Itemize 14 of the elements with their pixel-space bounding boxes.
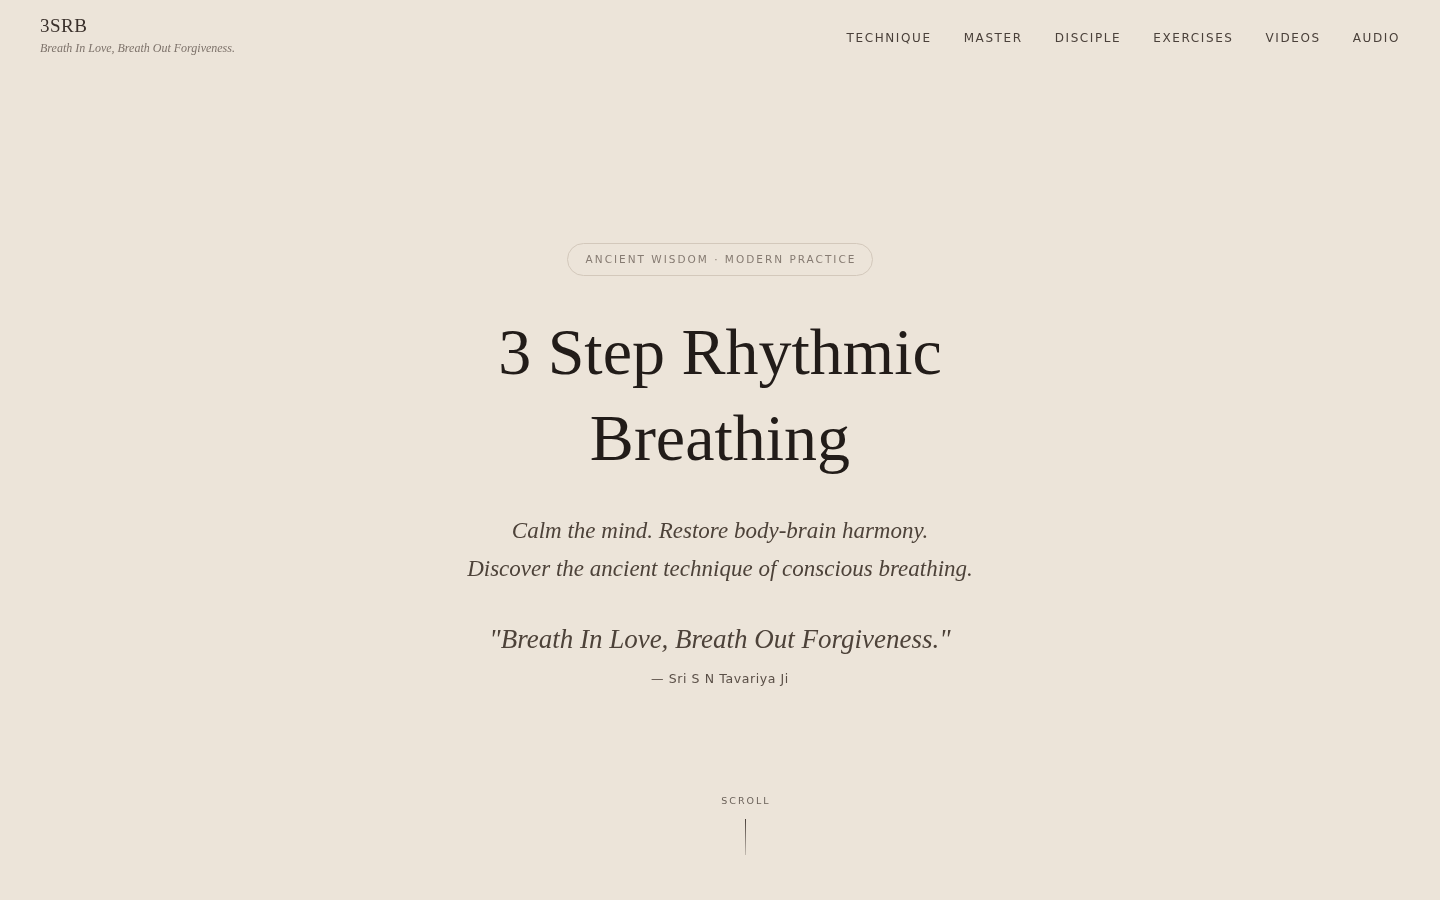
nav-link[interactable]: AUDIO — [1352, 30, 1400, 46]
quote-attribution: — Sri S N Tavariya Ji — [651, 670, 789, 688]
nav-link[interactable]: VIDEOS — [1265, 30, 1321, 46]
scroll-indicator-line — [744, 819, 746, 855]
hero-subtitle: Calm the mind. Restore body-brain harmony. Discover the ancient technique of conscious breathing. — [467, 517, 973, 583]
nav-link[interactable]: DISCIPLE — [1054, 30, 1122, 46]
nav-link[interactable]: TECHNIQUE — [846, 30, 932, 46]
hero-title: 3 Step Rhythmic Breathing — [497, 314, 943, 476]
tagline: Breath In Love, Breath Out Forgiveness. — [40, 40, 235, 56]
nav-link[interactable]: EXERCISES — [1153, 30, 1234, 46]
scroll-label: SCROLL — [720, 795, 771, 807]
quote-text: "Breath In Love, Breath Out Forgiveness." — [489, 623, 951, 656]
nav-link[interactable]: MASTER — [963, 30, 1023, 46]
logo-text[interactable]: 3SRB — [40, 14, 235, 38]
